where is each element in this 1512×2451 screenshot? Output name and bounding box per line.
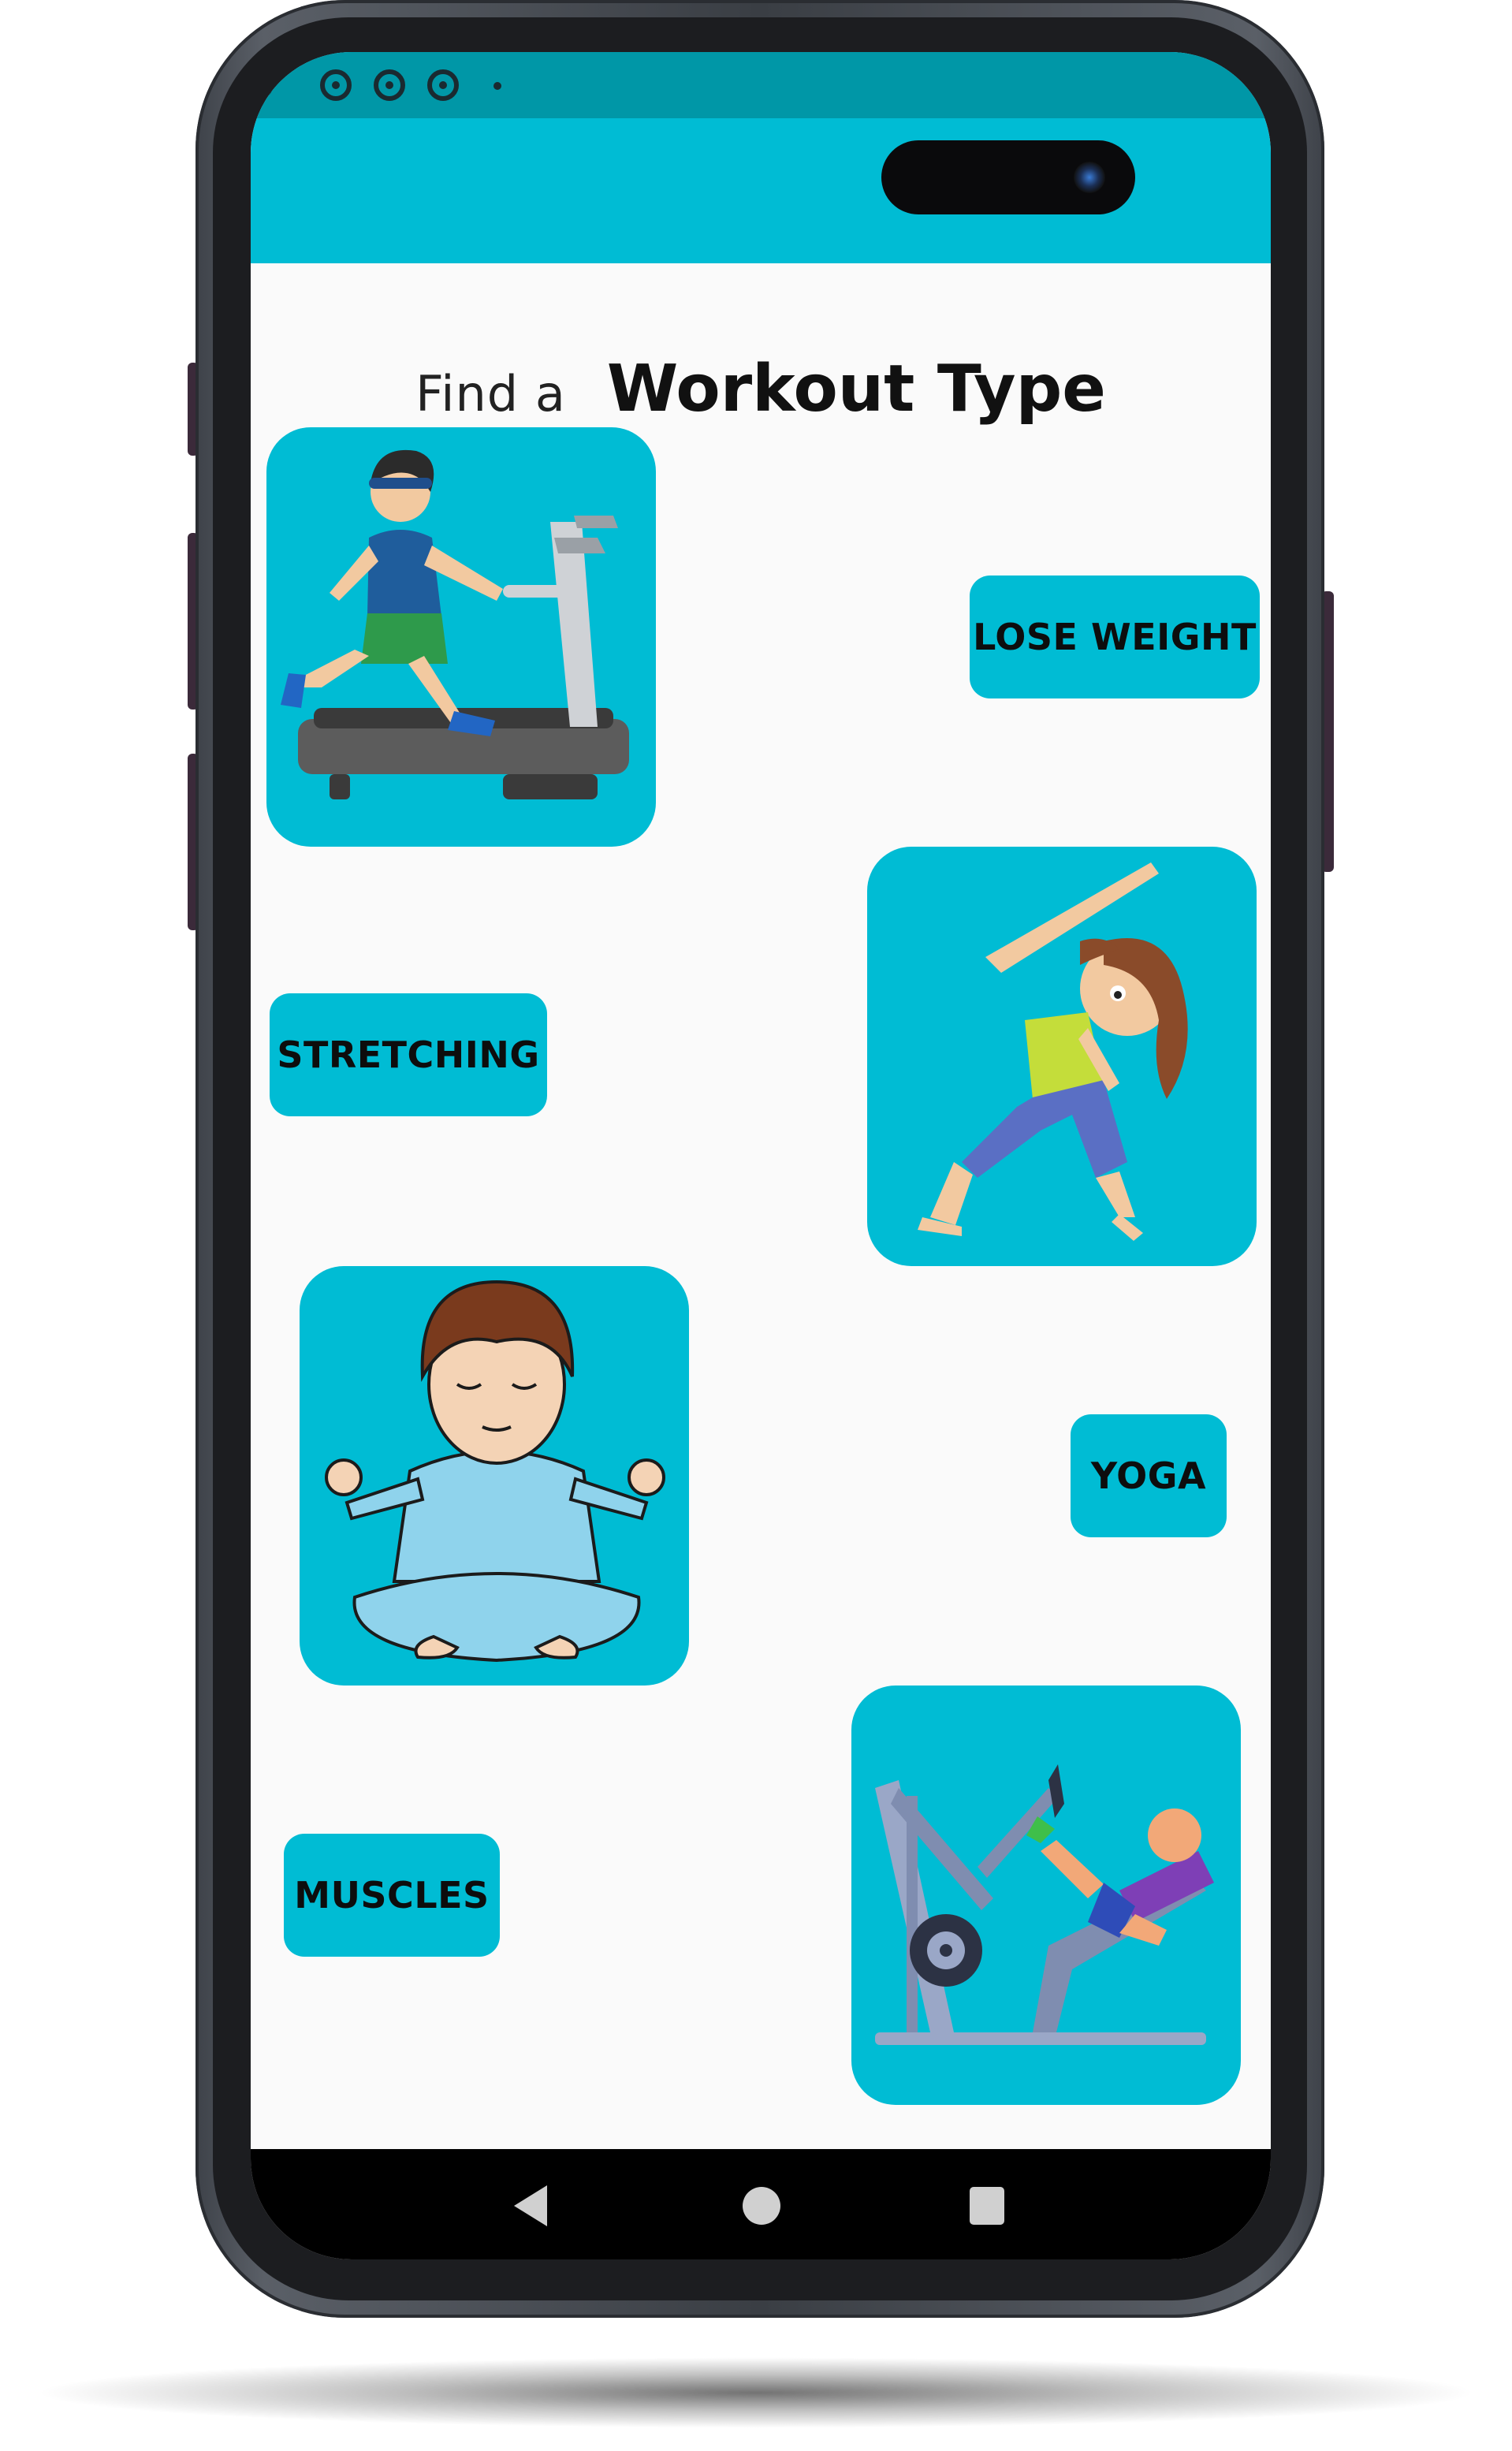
recents-icon[interactable] xyxy=(970,2187,1004,2225)
app-screen: Find a Workout Type LOSE WEIGHT STRETCHI… xyxy=(251,52,1271,2259)
status-icon-partial xyxy=(251,76,273,98)
page-title-main: Workout Type xyxy=(606,352,1106,427)
yoga-button[interactable]: YOGA xyxy=(1071,1414,1227,1537)
muscles-button[interactable]: MUSCLES xyxy=(284,1834,500,1957)
back-icon[interactable] xyxy=(514,2185,547,2226)
meditating-man-icon xyxy=(325,1280,665,1663)
treadmill-runner-icon xyxy=(281,449,629,799)
chrome-icon xyxy=(320,69,352,101)
meditating-man-card[interactable] xyxy=(300,1266,689,1686)
lose-weight-button[interactable]: LOSE WEIGHT xyxy=(970,576,1260,698)
stretching-button[interactable]: STRETCHING xyxy=(270,993,547,1116)
notification-dot-icon xyxy=(493,82,501,90)
chrome-icon xyxy=(427,69,459,101)
front-camera xyxy=(1074,162,1105,193)
system-navigation-bar xyxy=(251,2149,1271,2259)
stretching-girl-icon xyxy=(918,862,1188,1241)
leg-press-card[interactable] xyxy=(851,1686,1241,2105)
device-shadow xyxy=(32,2357,1480,2428)
dynamic-island xyxy=(881,140,1135,214)
status-bar xyxy=(251,52,1271,118)
leg-press-machine-icon xyxy=(875,1764,1214,2045)
page-title-prefix: Find a xyxy=(415,365,566,423)
chrome-icon xyxy=(374,69,405,101)
page-title: Find a Workout Type xyxy=(251,352,1271,438)
home-icon[interactable] xyxy=(743,2187,780,2225)
treadmill-runner-card[interactable] xyxy=(266,427,656,847)
stretching-girl-card[interactable] xyxy=(867,847,1257,1266)
